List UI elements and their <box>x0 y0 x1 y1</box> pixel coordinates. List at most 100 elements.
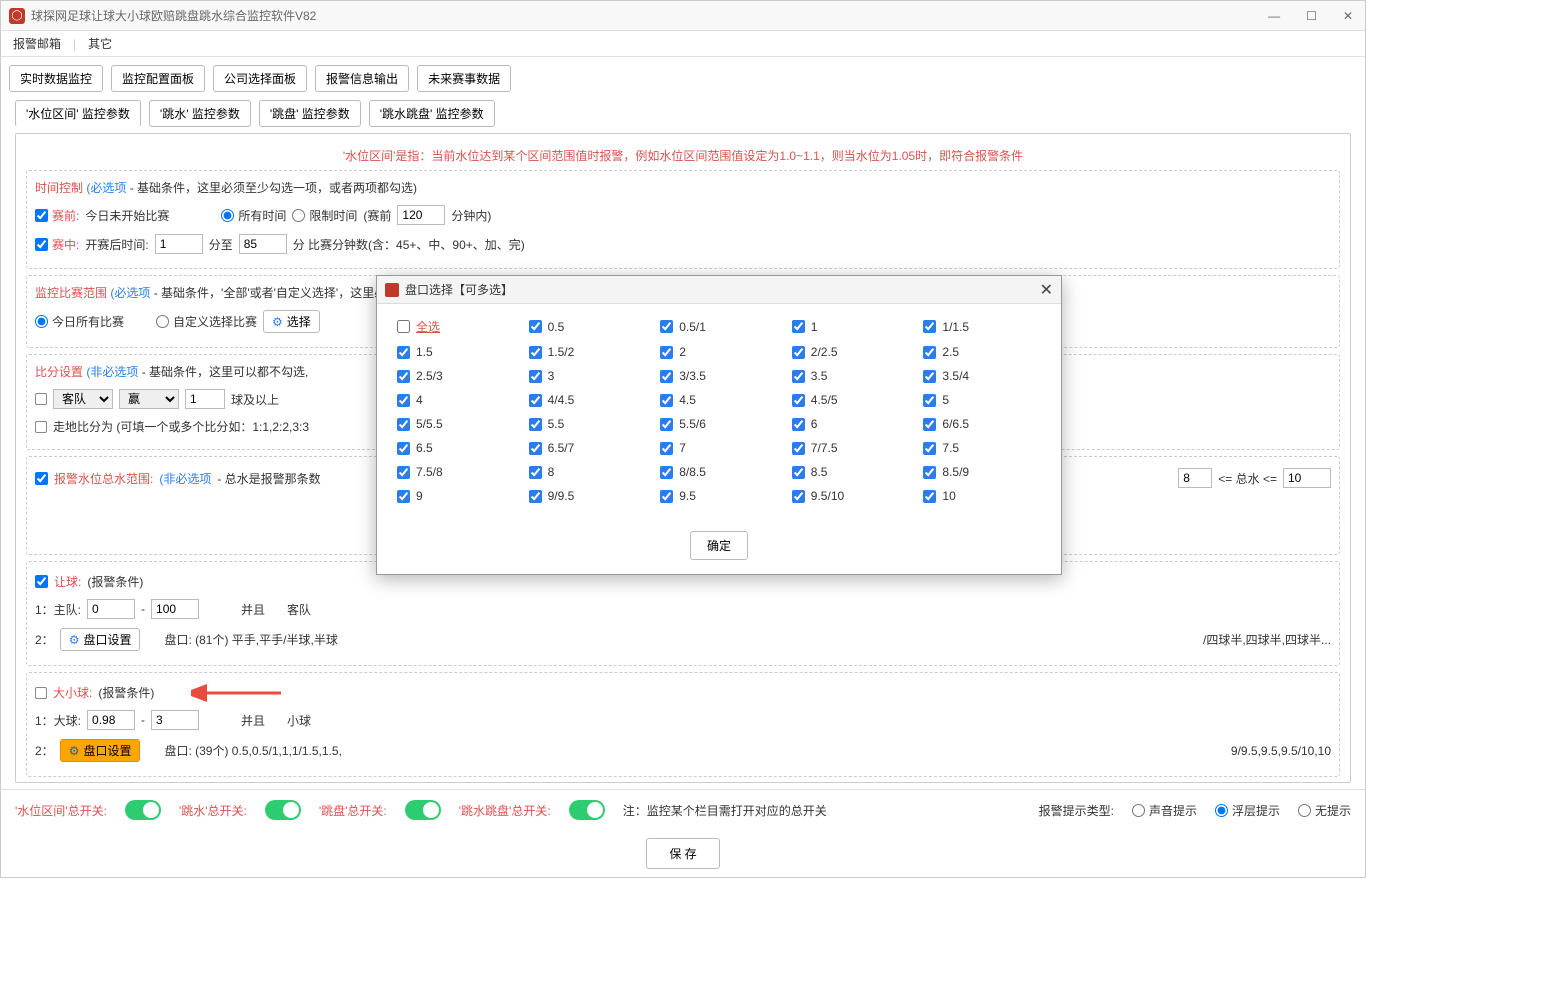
pankou-option[interactable]: 1.5 <box>397 345 515 359</box>
pankou-option[interactable]: 全选 <box>397 318 515 335</box>
ft-sw2[interactable] <box>265 800 301 820</box>
wl-to[interactable] <box>1283 468 1331 488</box>
mid-to[interactable] <box>239 234 287 254</box>
chk-wl[interactable] <box>35 472 48 485</box>
chk-ground-score[interactable] <box>35 421 47 433</box>
modal-title: 盘口选择【可多选】 <box>405 281 513 298</box>
score-n[interactable] <box>185 389 225 409</box>
pankou-option[interactable]: 7/7.5 <box>792 441 910 455</box>
sel-team[interactable]: 客队 <box>53 389 113 409</box>
tb-alert-out[interactable]: 报警信息输出 <box>315 65 409 92</box>
mid-from[interactable] <box>155 234 203 254</box>
menu-other[interactable]: 其它 <box>84 35 116 52</box>
tab-waterlevel[interactable]: '水位区间' 监控参数 <box>15 100 141 127</box>
pankou-option[interactable]: 9 <box>397 489 515 503</box>
tb-future[interactable]: 未来赛事数据 <box>417 65 511 92</box>
radio-float[interactable]: 浮层提示 <box>1215 802 1280 819</box>
pankou-option[interactable]: 6.5/7 <box>529 441 647 455</box>
radio-custom-games[interactable]: 自定义选择比赛 <box>156 313 257 330</box>
pankou-option[interactable]: 7.5 <box>923 441 1041 455</box>
mid-unit2: 分 比赛分钟数(含：45+、中、90+、加、完) <box>293 236 525 253</box>
minimize-button[interactable]: — <box>1264 9 1284 23</box>
pankou-option[interactable]: 5.5 <box>529 417 647 431</box>
pankou-option[interactable]: 3.5/4 <box>923 369 1041 383</box>
sel-result[interactable]: 赢 <box>119 389 179 409</box>
save-button[interactable]: 保 存 <box>646 838 719 869</box>
ft-sw4[interactable] <box>569 800 605 820</box>
tb-realtime[interactable]: 实时数据监控 <box>9 65 103 92</box>
dx-from[interactable] <box>87 710 135 730</box>
wl-from[interactable] <box>1178 468 1212 488</box>
pankou-option[interactable]: 6.5 <box>397 441 515 455</box>
tab-jump-pan[interactable]: '跳盘' 监控参数 <box>259 100 361 127</box>
radio-limit-time[interactable]: 限制时间 <box>292 207 357 224</box>
pankou-option[interactable]: 5/5.5 <box>397 417 515 431</box>
modal-close-button[interactable]: ✕ <box>1040 280 1053 300</box>
app-icon: ◯ <box>9 8 25 24</box>
pankou-option[interactable]: 4.5/5 <box>792 393 910 407</box>
dx-to[interactable] <box>151 710 199 730</box>
limit-minutes[interactable] <box>397 205 445 225</box>
time-control-group: 时间控制 (必选项 - 基础条件，这里必须至少勾选一项，或者两项都勾选) 赛前:… <box>26 170 1340 269</box>
pankou-option[interactable]: 9.5/10 <box>792 489 910 503</box>
pankou-option[interactable]: 7 <box>660 441 778 455</box>
pankou-option[interactable]: 4 <box>397 393 515 407</box>
pankou-option[interactable]: 0.5 <box>529 318 647 335</box>
pankou-option[interactable]: 7.5/8 <box>397 465 515 479</box>
radio-none[interactable]: 无提示 <box>1298 802 1351 819</box>
pankou-option[interactable]: 9.5 <box>660 489 778 503</box>
chk-rq[interactable] <box>35 575 48 588</box>
pankou-option[interactable]: 6/6.5 <box>923 417 1041 431</box>
pankou-option[interactable]: 5 <box>923 393 1041 407</box>
menu-mailbox[interactable]: 报警邮箱 <box>9 35 65 52</box>
pankou-option[interactable]: 5.5/6 <box>660 417 778 431</box>
ft-sw1[interactable] <box>125 800 161 820</box>
pankou-option[interactable]: 3 <box>529 369 647 383</box>
rq-from[interactable] <box>87 599 135 619</box>
tab-jump-both[interactable]: '跳水跳盘' 监控参数 <box>369 100 495 127</box>
modal-ok-button[interactable]: 确定 <box>690 531 748 560</box>
rq-to[interactable] <box>151 599 199 619</box>
pankou-option[interactable]: 2/2.5 <box>792 345 910 359</box>
pankou-option[interactable]: 0.5/1 <box>660 318 778 335</box>
rq-hd: 让球: <box>54 573 81 590</box>
pankou-option[interactable]: 4.5 <box>660 393 778 407</box>
chk-dx[interactable] <box>35 687 47 699</box>
pankou-option[interactable]: 9/9.5 <box>529 489 647 503</box>
ft-sw3-label: '跳盘'总开关: <box>319 802 387 819</box>
pankou-option[interactable]: 3.5 <box>792 369 910 383</box>
pankou-option[interactable]: 2.5/3 <box>397 369 515 383</box>
pankou-option[interactable]: 1 <box>792 318 910 335</box>
ft-sw3[interactable] <box>405 800 441 820</box>
pankou-option[interactable]: 8 <box>529 465 647 479</box>
window-title: 球探网足球让球大小球欧赔跳盘跳水综合监控软件V82 <box>31 7 1264 24</box>
tab-jump-water[interactable]: '跳水' 监控参数 <box>149 100 251 127</box>
pankou-option[interactable]: 8.5/9 <box>923 465 1041 479</box>
pankou-option[interactable]: 6 <box>792 417 910 431</box>
pankou-option[interactable]: 8/8.5 <box>660 465 778 479</box>
chk-pregame[interactable]: 赛前: <box>35 207 79 224</box>
pankou-option[interactable]: 4/4.5 <box>529 393 647 407</box>
gear-icon: ⚙ <box>272 315 283 329</box>
maximize-button[interactable]: ☐ <box>1302 9 1321 23</box>
close-button[interactable]: ✕ <box>1339 9 1357 23</box>
radio-all-games[interactable]: 今日所有比赛 <box>35 313 124 330</box>
tb-config[interactable]: 监控配置面板 <box>111 65 205 92</box>
modal-header[interactable]: 盘口选择【可多选】 ✕ <box>377 276 1061 304</box>
pankou-option[interactable]: 1.5/2 <box>529 345 647 359</box>
chk-midgame[interactable]: 赛中: <box>35 236 79 253</box>
pankou-option[interactable]: 2.5 <box>923 345 1041 359</box>
pankou-option[interactable]: 3/3.5 <box>660 369 778 383</box>
tb-company[interactable]: 公司选择面板 <box>213 65 307 92</box>
pankou-option[interactable]: 1/1.5 <box>923 318 1041 335</box>
pankou-option[interactable]: 8.5 <box>792 465 910 479</box>
score-hd: 比分设置 <box>35 365 83 379</box>
pankou-option[interactable]: 2 <box>660 345 778 359</box>
select-games-button[interactable]: ⚙选择 <box>263 310 320 333</box>
rq-pankou-button[interactable]: ⚙盘口设置 <box>60 628 141 651</box>
chk-guest[interactable] <box>35 393 47 405</box>
radio-all-time[interactable]: 所有时间 <box>221 207 286 224</box>
dx-pankou-button[interactable]: ⚙盘口设置 <box>60 739 141 762</box>
radio-sound[interactable]: 声音提示 <box>1132 802 1197 819</box>
pankou-option[interactable]: 10 <box>923 489 1041 503</box>
